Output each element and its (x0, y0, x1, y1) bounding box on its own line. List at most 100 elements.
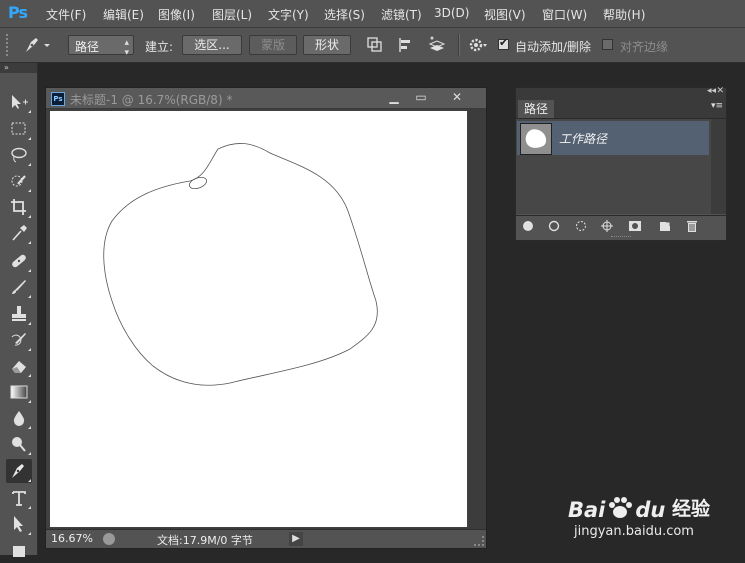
tool-preset-picker[interactable] (22, 34, 50, 56)
work-path-outline[interactable] (50, 111, 467, 527)
eyedropper-icon (12, 225, 27, 241)
checkmark-icon: ✔ (499, 36, 509, 49)
mode-select-value: 路径 (75, 40, 100, 54)
menu-window[interactable]: 窗口(W) (542, 6, 587, 23)
watermark-logo-bai: Bai (568, 498, 606, 522)
align-edges-checkbox[interactable] (602, 39, 613, 50)
menu-bar: Ps 文件(F) 编辑(E) 图像(I) 图层(L) 文字(Y) 选择(S) 滤… (0, 0, 745, 28)
type-tool[interactable] (6, 486, 32, 510)
fill-path-icon[interactable] (521, 219, 535, 233)
menu-3d[interactable]: 3D(D) (434, 6, 469, 20)
watermark-url: jingyan.baidu.com (574, 524, 694, 539)
tab-paths[interactable]: 路径 (518, 100, 554, 118)
document-title: 未标题-1 @ 16.7%(RGB/8) * (70, 93, 233, 107)
history-brush-tool[interactable] (6, 328, 32, 352)
healing-brush-tool[interactable] (6, 249, 32, 273)
zoom-level[interactable]: 16.67% (51, 532, 93, 545)
menu-view[interactable]: 视图(V) (484, 6, 526, 23)
stroke-path-icon[interactable] (547, 219, 561, 233)
path-arrangement-icon[interactable] (428, 36, 446, 54)
menu-select[interactable]: 选择(S) (324, 6, 365, 23)
menu-help[interactable]: 帮助(H) (603, 6, 645, 23)
list-item[interactable]: 工作路径 (517, 121, 709, 155)
menu-type[interactable]: 文字(Y) (268, 6, 309, 23)
toolbox-collapse-icon[interactable]: » (0, 63, 37, 73)
eyedropper-tool[interactable] (6, 221, 32, 245)
menu-filter[interactable]: 滤镜(T) (381, 6, 422, 23)
pen-icon (12, 464, 24, 478)
document-window: Ps 未标题-1 @ 16.7%(RGB/8) * ▁ ▭ ✕ 16.67% 文… (45, 87, 487, 549)
watermark-logo-du: du (635, 498, 666, 522)
collapse-icon[interactable]: ◂◂ (707, 86, 716, 96)
options-separator (458, 34, 460, 56)
path-name: 工作路径 (559, 132, 608, 146)
path-alignment-icon[interactable] (397, 36, 415, 54)
make-shape-button[interactable]: 形状 (303, 35, 351, 55)
pen-tool[interactable] (6, 459, 32, 483)
menu-file[interactable]: 文件(F) (46, 6, 86, 23)
status-bar: 16.67% 文档:17.9M/0 字节 ▶ (46, 529, 486, 548)
bandage-icon (12, 254, 26, 268)
minimize-icon[interactable]: ▁ (379, 89, 409, 106)
panel-header[interactable]: ◂◂ ✕ (516, 86, 726, 98)
move-tool[interactable] (6, 90, 32, 114)
panel-close-icon[interactable]: ✕ (716, 86, 724, 96)
blur-tool[interactable] (6, 406, 32, 430)
chevron-down-icon (44, 44, 50, 47)
vertical-scrollbar[interactable] (470, 109, 486, 528)
make-selection-button[interactable]: 选区... (182, 35, 242, 55)
resize-grip-icon[interactable] (474, 536, 484, 546)
eraser-tool[interactable] (6, 354, 32, 378)
make-mask-button[interactable]: 蒙版 (249, 35, 297, 55)
mode-select[interactable]: 路径 ▴ ▾ (68, 35, 134, 58)
watermark: Bai du 经验 jingyan.baidu.com (568, 473, 738, 548)
maximize-icon[interactable]: ▭ (406, 89, 436, 106)
watermark-logo: Bai du (568, 493, 665, 522)
path-operations-icon[interactable] (366, 36, 384, 54)
crop-tool[interactable] (6, 195, 32, 219)
arrow-icon (14, 516, 23, 532)
dodge-tool[interactable] (6, 432, 32, 456)
marquee-tool[interactable] (6, 117, 32, 141)
trash-icon[interactable] (685, 219, 699, 233)
panel-scrollbar[interactable] (711, 119, 726, 214)
path-selection-tool[interactable] (6, 512, 32, 536)
canvas[interactable] (50, 111, 467, 527)
status-info-icon[interactable] (103, 533, 115, 545)
new-path-icon[interactable] (658, 219, 672, 233)
quick-select-tool[interactable] (6, 169, 32, 193)
load-selection-icon[interactable] (574, 219, 588, 233)
panel-resize-handle[interactable] (611, 236, 631, 240)
make-work-path-icon[interactable] (600, 219, 614, 233)
pen-icon (26, 38, 50, 52)
lasso-icon (11, 147, 27, 163)
paths-panel: ◂◂ ✕ 路径 ▾≡ 工作路径 (515, 86, 727, 241)
clone-stamp-tool[interactable] (6, 302, 32, 326)
document-info: 文档:17.9M/0 字节 (157, 534, 253, 547)
auto-add-delete-checkbox[interactable]: ✔ (498, 36, 509, 50)
add-mask-icon[interactable] (628, 219, 642, 233)
document-title-bar[interactable]: Ps 未标题-1 @ 16.7%(RGB/8) * ▁ ▭ ✕ (46, 88, 486, 109)
gradient-tool[interactable] (6, 380, 32, 404)
status-menu-arrow-icon[interactable]: ▶ (289, 532, 303, 546)
crop-icon (11, 199, 26, 215)
shape-tool[interactable] (6, 539, 32, 563)
canvas-area (46, 109, 469, 528)
close-icon[interactable]: ✕ (442, 89, 472, 106)
type-icon (12, 491, 26, 506)
menu-layer[interactable]: 图层(L) (212, 6, 252, 23)
move-icon (12, 95, 28, 109)
dodge-icon (12, 437, 26, 452)
panel-tab-bar: 路径 ▾≡ (516, 98, 726, 119)
make-label: 建立: (145, 40, 174, 54)
gear-icon[interactable] (468, 36, 487, 54)
panel-menu-icon[interactable]: ▾≡ (711, 101, 723, 111)
menu-edit[interactable]: 编辑(E) (103, 6, 144, 23)
lasso-tool[interactable] (6, 143, 32, 167)
menu-image[interactable]: 图像(I) (158, 6, 195, 23)
brush-tool[interactable] (6, 275, 32, 299)
options-grip[interactable] (6, 34, 12, 56)
path-thumbnail (520, 123, 552, 155)
app-logo[interactable]: Ps (8, 3, 28, 22)
paw-icon (605, 496, 635, 518)
